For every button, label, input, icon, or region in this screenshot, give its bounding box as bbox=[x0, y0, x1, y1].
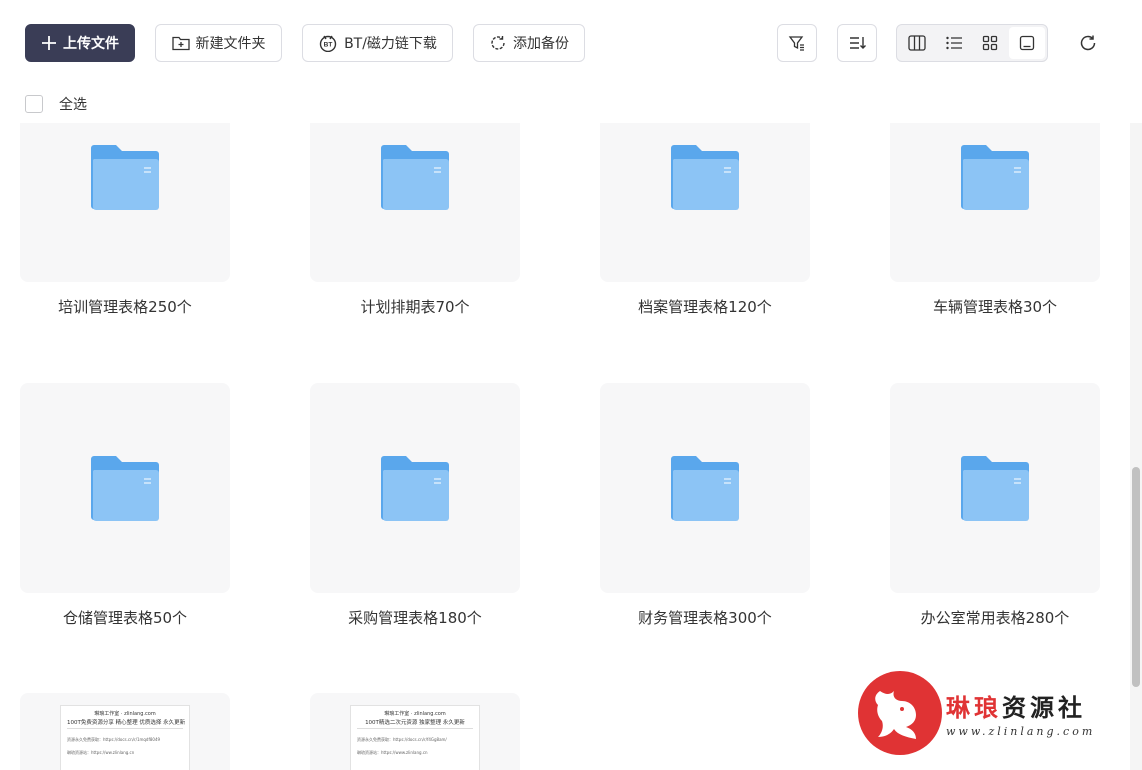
upload-label: 上传文件 bbox=[63, 36, 119, 52]
select-all[interactable]: 全选 bbox=[25, 94, 87, 114]
refresh-icon bbox=[1080, 35, 1096, 51]
filter-button[interactable] bbox=[777, 24, 817, 62]
doc-text: 琳琅资源站：https://www.zlinlang.cn bbox=[357, 750, 428, 755]
bt-icon: BT bbox=[319, 35, 337, 52]
doc-title: 100T精选二次元资源 独家整理 永久更新 bbox=[357, 719, 473, 729]
folder-name: 档案管理表格120个 bbox=[638, 298, 772, 316]
folder-card[interactable]: 采购管理表格180个 bbox=[310, 383, 520, 628]
bt-label: BT/磁力链下载 bbox=[344, 36, 437, 52]
folder-icon bbox=[91, 145, 159, 210]
refresh-button[interactable] bbox=[1070, 28, 1106, 58]
folder-thumb bbox=[310, 383, 520, 593]
folder-card[interactable]: 计划排期表70个 bbox=[310, 123, 520, 317]
upload-button[interactable]: 上传文件 bbox=[25, 24, 135, 62]
new-folder-button[interactable]: 新建文件夹 bbox=[155, 24, 282, 62]
folder-name: 车辆管理表格30个 bbox=[932, 298, 1058, 316]
folder-icon bbox=[381, 456, 449, 521]
preview-icon bbox=[1019, 35, 1034, 51]
list-view-button[interactable] bbox=[936, 27, 973, 59]
watermark-brand-first: 琳琅 bbox=[946, 694, 1002, 722]
columns-icon bbox=[908, 35, 926, 51]
folder-thumb bbox=[600, 383, 810, 593]
bt-magnet-button[interactable]: BT BT/磁力链下载 bbox=[302, 24, 453, 62]
doc-header: 琳琅工作室 · zlinlang.com bbox=[94, 711, 156, 717]
select-all-checkbox[interactable] bbox=[25, 95, 43, 113]
folder-name: 办公室常用表格280个 bbox=[920, 609, 1070, 627]
folder-icon bbox=[381, 145, 449, 210]
svg-text:BT: BT bbox=[324, 42, 333, 49]
folder-card[interactable]: 财务管理表格300个 bbox=[600, 383, 810, 628]
doc-text: 琳琅资源站：https://ww.zlinlang.cn bbox=[67, 750, 135, 755]
folder-name: 计划排期表70个 bbox=[360, 298, 470, 316]
folder-thumb bbox=[310, 123, 520, 282]
folder-name: 财务管理表格300个 bbox=[638, 609, 772, 627]
document-card[interactable]: 琳琅工作室 · zlinlang.com 100T精选二次元资源 独家整理 永久… bbox=[310, 693, 520, 770]
new-folder-label: 新建文件夹 bbox=[195, 36, 266, 52]
folder-card[interactable]: 仓储管理表格50个 bbox=[20, 383, 230, 628]
plus-icon bbox=[42, 36, 56, 50]
toolbar: 上传文件 新建文件夹 BT BT/磁力链下载 添加备份 bbox=[0, 0, 1142, 86]
document-thumb: 琳琅工作室 · zlinlang.com 100T免费资源分享 精心整理 优质选… bbox=[20, 693, 230, 770]
folder-thumb bbox=[20, 123, 230, 282]
filter-icon bbox=[788, 36, 804, 51]
watermark-brand-rest: 资源社 bbox=[1002, 694, 1086, 722]
select-all-label: 全选 bbox=[59, 97, 87, 113]
backup-label: 添加备份 bbox=[513, 36, 569, 52]
doc-text: 资源永久免费获取：https://docs.cn/r/1mqdf8049 bbox=[67, 737, 161, 742]
doc-header: 琳琅工作室 · zlinlang.com bbox=[384, 711, 446, 717]
watermark-text: 琳琅资源社 www.zlinlang.com bbox=[946, 688, 1095, 738]
column-view-button[interactable] bbox=[899, 27, 936, 59]
watermark-url: www.zlinlang.com bbox=[946, 725, 1096, 738]
doc-text: 资源永久免费获取：https://docs.cn/r/f4Gg8am/ bbox=[357, 737, 447, 742]
grid-view-button[interactable] bbox=[972, 27, 1009, 59]
view-mode-switch bbox=[896, 24, 1048, 62]
folder-icon bbox=[91, 456, 159, 521]
scrollbar-thumb[interactable] bbox=[1132, 467, 1140, 687]
folder-name: 采购管理表格180个 bbox=[348, 609, 482, 627]
sync-icon bbox=[491, 36, 505, 50]
folder-name: 仓储管理表格50个 bbox=[62, 609, 188, 627]
add-backup-button[interactable]: 添加备份 bbox=[473, 24, 585, 62]
preview-view-button[interactable] bbox=[1008, 27, 1045, 59]
folder-card[interactable]: 档案管理表格120个 bbox=[600, 123, 810, 317]
folder-icon bbox=[961, 145, 1029, 210]
folder-card[interactable]: 办公室常用表格280个 bbox=[890, 383, 1100, 628]
folder-icon bbox=[671, 145, 739, 210]
folder-icon bbox=[671, 456, 739, 521]
watermark-title: 琳琅资源社 bbox=[946, 688, 1095, 723]
folder-icon bbox=[961, 456, 1029, 521]
folder-plus-icon bbox=[171, 36, 190, 51]
doc-title: 100T免费资源分享 精心整理 优质选择 永久更新 bbox=[67, 719, 185, 729]
document-preview: 琳琅工作室 · zlinlang.com 100T精选二次元资源 独家整理 永久… bbox=[350, 705, 480, 770]
sort-icon bbox=[850, 37, 866, 49]
watermark: 琳琅资源社 www.zlinlang.com bbox=[858, 668, 1118, 758]
folder-thumb bbox=[600, 123, 810, 282]
grid-icon bbox=[983, 35, 998, 51]
sort-button[interactable] bbox=[837, 24, 877, 62]
folder-card[interactable]: 车辆管理表格30个 bbox=[890, 123, 1100, 317]
folder-thumb bbox=[890, 383, 1100, 593]
document-preview: 琳琅工作室 · zlinlang.com 100T免费资源分享 精心整理 优质选… bbox=[60, 705, 190, 770]
dragon-logo-icon bbox=[858, 671, 942, 755]
list-icon bbox=[946, 36, 962, 50]
folder-thumb bbox=[890, 123, 1100, 282]
folder-card[interactable]: 培训管理表格250个 bbox=[20, 123, 230, 317]
folder-name: 培训管理表格250个 bbox=[58, 298, 192, 316]
document-card[interactable]: 琳琅工作室 · zlinlang.com 100T免费资源分享 精心整理 优质选… bbox=[20, 693, 230, 770]
folder-thumb bbox=[20, 383, 230, 593]
document-thumb: 琳琅工作室 · zlinlang.com 100T精选二次元资源 独家整理 永久… bbox=[310, 693, 520, 770]
